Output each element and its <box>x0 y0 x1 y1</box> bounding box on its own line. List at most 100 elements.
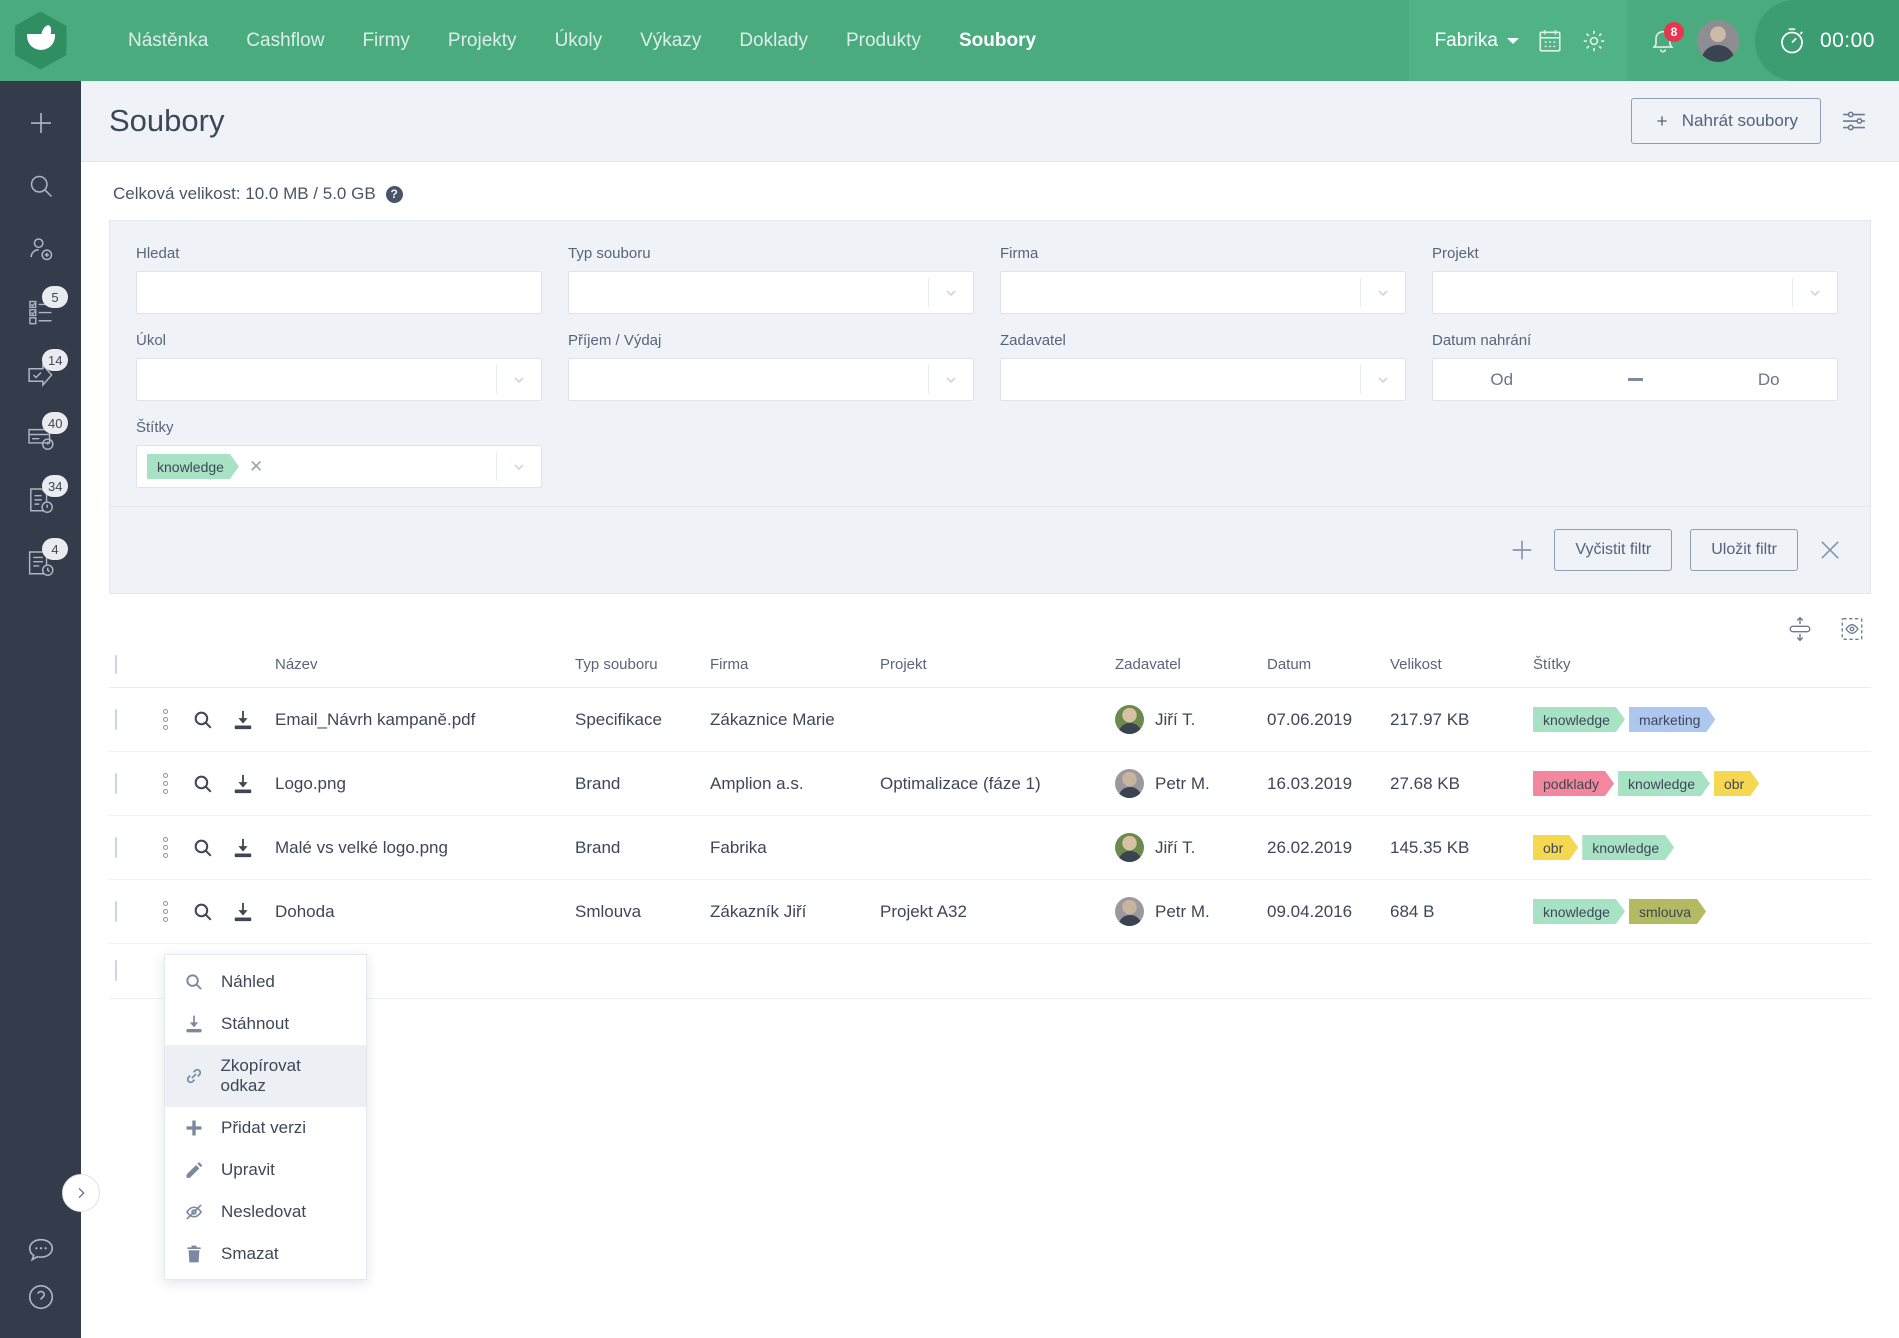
row-menu-button[interactable] <box>157 770 174 797</box>
sidebar-item-create[interactable] <box>0 91 81 154</box>
remove-tag-icon[interactable]: ✕ <box>249 457 263 477</box>
help-icon[interactable]: ? <box>386 186 403 203</box>
row-menu-button[interactable] <box>157 706 174 733</box>
preview-icon[interactable] <box>192 901 214 923</box>
nav-link-cashflow[interactable]: Cashflow <box>227 0 343 81</box>
context-menu-item-smazat[interactable]: Smazat <box>165 1233 366 1275</box>
column-header-projekt[interactable]: Projekt <box>880 656 1115 688</box>
nav-link-v-kazy[interactable]: Výkazy <box>621 0 720 81</box>
sidebar-item-delegated[interactable]: 14 <box>0 343 81 406</box>
download-icon[interactable] <box>232 773 254 795</box>
row-menu-button[interactable] <box>157 834 174 861</box>
row-checkbox[interactable] <box>115 837 117 858</box>
tag-chip[interactable]: podklady <box>1533 771 1614 796</box>
tag-chip[interactable]: smlouva <box>1629 899 1706 924</box>
sidebar-item-tasks[interactable]: 5 <box>0 280 81 343</box>
tag-chip[interactable]: knowledge <box>1533 707 1625 732</box>
nav-link-soubory[interactable]: Soubory <box>940 0 1055 81</box>
download-icon[interactable] <box>232 901 254 923</box>
add-filter-button[interactable] <box>1508 536 1536 564</box>
column-header-datum[interactable]: Datum <box>1267 656 1390 688</box>
context-menu-item-n-hled[interactable]: Náhled <box>165 961 366 1003</box>
row-menu-button[interactable] <box>157 898 174 925</box>
context-menu-item-zkop-rovat-odkaz[interactable]: Zkopírovat odkaz <box>165 1045 366 1107</box>
help-icon[interactable] <box>26 1282 56 1312</box>
nav-link-produkty[interactable]: Produkty <box>827 0 940 81</box>
calendar-icon[interactable] <box>1537 28 1563 54</box>
company-select[interactable] <box>1000 271 1406 314</box>
tag-chip[interactable]: knowledge <box>1618 771 1710 796</box>
column-header-firma[interactable]: Firma <box>710 656 880 688</box>
nav-link-doklady[interactable]: Doklady <box>720 0 827 81</box>
sidebar-item-documents[interactable]: 34 <box>0 469 81 532</box>
context-menu-item-upravit[interactable]: Upravit <box>165 1149 366 1191</box>
row-checkbox[interactable] <box>115 901 117 922</box>
timer-zone[interactable]: 00:00 <box>1755 0 1899 81</box>
sidebar-item-search[interactable] <box>0 154 81 217</box>
chat-icon[interactable] <box>26 1234 56 1264</box>
preview-toggle-icon[interactable] <box>1839 616 1865 642</box>
tag-chip[interactable]: obr <box>1533 835 1578 860</box>
row-checkbox[interactable] <box>115 773 117 794</box>
upload-date-range[interactable]: Od Do <box>1432 358 1838 401</box>
app-logo[interactable] <box>0 0 81 81</box>
nav-link-firmy[interactable]: Firmy <box>343 0 428 81</box>
nav-link-projekty[interactable]: Projekty <box>429 0 536 81</box>
sidebar-item-add-contact[interactable] <box>0 217 81 280</box>
cell-nazev[interactable]: Malé vs velké logo.png <box>275 816 575 880</box>
income-expense-select[interactable] <box>568 358 974 401</box>
tag-chip[interactable]: marketing <box>1629 707 1715 732</box>
tags-select[interactable]: knowledge ✕ <box>136 445 542 488</box>
column-header-velikost[interactable]: Velikost <box>1390 656 1533 688</box>
cell-nazev[interactable]: Logo.png <box>275 752 575 816</box>
table-row[interactable]: Malé vs velké logo.pngBrandFabrikaJiří T… <box>109 816 1871 880</box>
preview-icon[interactable] <box>192 837 214 859</box>
task-select[interactable] <box>136 358 542 401</box>
select-all-checkbox[interactable] <box>115 655 117 674</box>
context-menu-item-st-hnout[interactable]: Stáhnout <box>165 1003 366 1045</box>
sidebar-item-timesheet[interactable]: 4 <box>0 532 81 595</box>
date-from-input[interactable]: Od <box>1490 370 1513 390</box>
clear-filter-button[interactable]: Vyčistit filtr <box>1554 529 1672 571</box>
table-row[interactable]: DohodaSmlouvaZákazník JiříProjekt A32Pet… <box>109 880 1871 944</box>
tag-chip[interactable]: knowledge <box>1533 899 1625 924</box>
filter-label-prijem-vydaj: Příjem / Výdaj <box>568 332 974 349</box>
close-filter-button[interactable] <box>1816 536 1844 564</box>
table-settings-button[interactable] <box>1841 108 1867 134</box>
file-type-select[interactable] <box>568 271 974 314</box>
tag-chip[interactable]: obr <box>1714 771 1759 796</box>
row-height-icon[interactable] <box>1787 616 1813 642</box>
gear-icon[interactable] <box>1581 28 1607 54</box>
save-filter-button[interactable]: Uložit filtr <box>1690 529 1798 571</box>
company-switcher[interactable]: Fabrika <box>1435 30 1519 52</box>
column-header-zadavatel[interactable]: Zadavatel <box>1115 656 1267 688</box>
tag-chip[interactable]: knowledge <box>1582 835 1674 860</box>
download-icon[interactable] <box>232 709 254 731</box>
column-header-nazev[interactable]: Název <box>275 656 575 688</box>
table-row[interactable] <box>109 944 1871 999</box>
project-select[interactable] <box>1432 271 1838 314</box>
preview-icon[interactable] <box>192 773 214 795</box>
requester-select[interactable] <box>1000 358 1406 401</box>
sidebar-expand-button[interactable] <box>62 1174 100 1212</box>
context-menu-item-nesledovat[interactable]: Nesledovat <box>165 1191 366 1233</box>
context-menu-item-p-idat-verzi[interactable]: Přidat verzi <box>165 1107 366 1149</box>
date-to-input[interactable]: Do <box>1758 370 1780 390</box>
sidebar-item-invoices[interactable]: 40 <box>0 406 81 469</box>
upload-files-button[interactable]: Nahrát soubory <box>1631 98 1821 144</box>
row-checkbox[interactable] <box>115 960 117 981</box>
row-checkbox[interactable] <box>115 709 117 730</box>
user-avatar[interactable] <box>1697 20 1739 62</box>
notifications-bell[interactable]: 8 <box>1649 27 1677 55</box>
download-icon[interactable] <box>232 837 254 859</box>
nav-link-n-st-nka[interactable]: Nástěnka <box>109 0 227 81</box>
preview-icon[interactable] <box>192 709 214 731</box>
table-row[interactable]: Email_Návrh kampaně.pdfSpecifikaceZákazn… <box>109 688 1871 752</box>
column-header-typ-souboru[interactable]: Typ souboru <box>575 656 710 688</box>
nav-link--koly[interactable]: Úkoly <box>536 0 622 81</box>
cell-nazev[interactable]: Dohoda <box>275 880 575 944</box>
cell-nazev[interactable]: Email_Návrh kampaně.pdf <box>275 688 575 752</box>
table-row[interactable]: Logo.pngBrandAmplion a.s.Optimalizace (f… <box>109 752 1871 816</box>
column-header-stitky[interactable]: Štítky <box>1533 656 1871 688</box>
search-input[interactable] <box>136 271 542 314</box>
